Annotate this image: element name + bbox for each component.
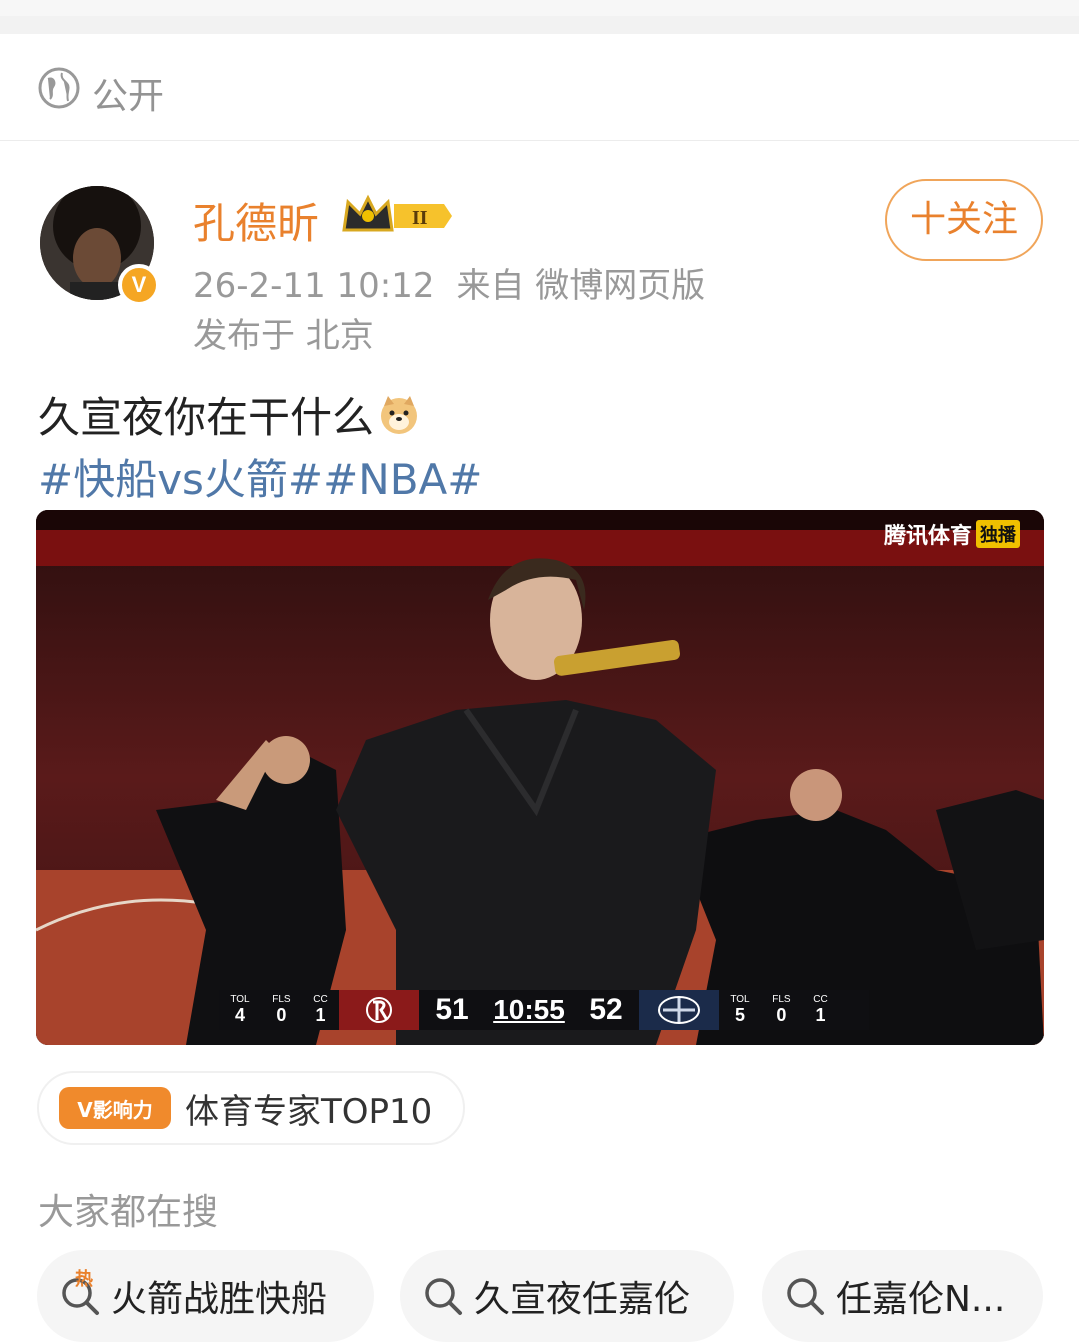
away-score: 52 [589, 993, 623, 1026]
post-text: 久宣夜你在干什么 [38, 384, 420, 445]
search-chip-label: 任嘉伦N... [836, 1279, 1006, 1320]
stat-value: 1 [815, 1005, 826, 1025]
post-time: 26-2-11 10:12 [193, 266, 435, 306]
stat-value: 1 [315, 1005, 326, 1025]
search-icon [784, 1275, 826, 1317]
verified-badge: V [118, 264, 160, 306]
performance-photo [36, 510, 1044, 1045]
stat-value: 5 [734, 1005, 745, 1025]
left-team-stats: TOL 4 FLS 0 CC 1 [219, 994, 339, 1026]
stat-value: 0 [276, 1005, 287, 1025]
search-chip-3[interactable]: 任嘉伦N... [762, 1250, 1043, 1342]
stat-label: CC [813, 994, 828, 1005]
stat-label: TOL [730, 994, 750, 1005]
stat-fls-left: FLS 0 [272, 994, 290, 1026]
stat-label: CC [313, 994, 328, 1005]
rockets-logo-icon [339, 990, 419, 1030]
search-chip-2[interactable]: 久宣夜任嘉伦 [400, 1250, 734, 1342]
watermark-text: 腾讯体育 [883, 524, 972, 549]
stat-tol-left: TOL 4 [230, 994, 249, 1026]
stat-fls-right: FLS 0 [772, 994, 790, 1026]
influence-tag[interactable]: V影响力 体育专家TOP10 [37, 1071, 465, 1145]
search-icon [422, 1275, 464, 1317]
home-score: 51 [435, 993, 469, 1026]
watermark-tag: 独播 [976, 520, 1020, 548]
post-location: 发布于 北京 [193, 316, 374, 356]
stat-label: FLS [772, 994, 791, 1005]
trending-search-title: 大家都在搜 [38, 1192, 219, 1233]
scoreboard: TOL 4 FLS 0 CC 1 51 10:55 52 TOL 5 FLS 0 CC 1 [219, 990, 869, 1030]
video-watermark: 腾讯体育 独播 [884, 518, 1020, 550]
follow-button[interactable]: 十关注 [885, 179, 1043, 261]
stat-label: TOL [230, 994, 250, 1005]
search-icon: 热 [59, 1269, 101, 1317]
post-body: 久宣夜你在干什么 [38, 393, 375, 442]
stat-value: 4 [234, 1005, 245, 1025]
privacy-label: 公开 [92, 76, 165, 117]
post-image[interactable]: 腾讯体育 独播 TOL 4 FLS 0 CC 1 51 10:55 52 TOL 5 F… [36, 510, 1044, 1045]
doge-emoji-icon [381, 395, 418, 434]
right-team-stats: TOL 5 FLS 0 CC 1 [719, 994, 839, 1026]
stat-tol-right: TOL 5 [730, 994, 749, 1026]
post-source: 来自 微博网页版 [456, 266, 706, 306]
influence-badge: V影响力 [59, 1087, 171, 1129]
privacy-row: 公开 [0, 35, 1079, 141]
game-clock: 10:55 [493, 994, 565, 1025]
globe-icon [38, 67, 80, 109]
stat-label: FLS [272, 994, 291, 1005]
post-meta: 26-2-11 10:12 来自 微博网页版 [193, 258, 705, 307]
topic-tags[interactable]: #快船vs火箭##NBA# [38, 446, 482, 507]
hot-badge: 热 [75, 1269, 93, 1290]
clippers-logo-icon [639, 990, 719, 1030]
search-chip-label: 久宣夜任嘉伦 [474, 1279, 691, 1320]
top-divider [0, 0, 1079, 34]
stat-value: 0 [776, 1005, 787, 1025]
member-crown-icon: II [342, 194, 452, 232]
stat-cc-right: CC 1 [813, 994, 827, 1026]
search-chip-1[interactable]: 热 火箭战胜快船 [37, 1250, 374, 1342]
member-level-text: II [412, 207, 428, 229]
stat-cc-left: CC 1 [313, 994, 327, 1026]
influence-text: 体育专家TOP10 [185, 1091, 433, 1132]
search-chip-label: 火箭战胜快船 [111, 1279, 328, 1320]
author-name[interactable]: 孔德昕 [193, 190, 319, 251]
